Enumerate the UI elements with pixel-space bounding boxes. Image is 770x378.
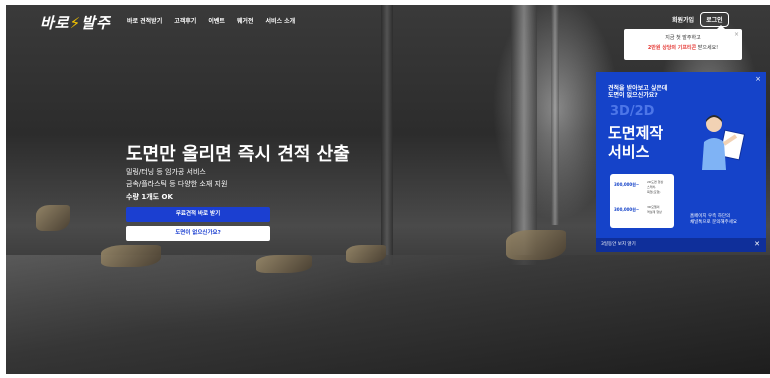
ad-question: 견적을 받아보고 싶은데 도면이 없으신가요?	[608, 85, 708, 99]
tooltip-line2-suffix: 받으세요!	[696, 45, 719, 51]
nav-item-about[interactable]: 서비스 소개	[265, 16, 295, 25]
tooltip-highlight: 2만원 상당의 기프티콘	[647, 45, 697, 51]
price-card: 300,000원~ 2D도면 형상 스케치, 목업(모형) 300,000원~ …	[610, 174, 674, 228]
close-icon[interactable]: ×	[755, 75, 761, 83]
hero-subtitle-1: 밀링/터닝 등 임가공 서비스	[126, 168, 206, 176]
machine-column	[551, 5, 559, 225]
price-2: 300,000원~	[614, 207, 640, 212]
ad-note-line2: 채널톡으로 문의해주세요	[690, 220, 737, 225]
metal-chip	[506, 230, 566, 260]
drawing-service-ad[interactable]: × 견적을 받아보고 싶은데 도면이 없으신가요? 3D/2D 도면제작 서비스…	[596, 72, 766, 252]
ad-footer: 3일동안 보지 않기 ✕	[596, 238, 766, 252]
no-drawing-button[interactable]: 도면이 없으신가요?	[126, 226, 270, 241]
metal-chip	[346, 245, 386, 263]
desc-2a: 3D모델의	[647, 205, 660, 209]
metal-chip	[101, 245, 161, 267]
metal-chip	[36, 205, 70, 231]
signup-link[interactable]: 회원가입	[672, 15, 694, 24]
logo[interactable]: 바로⚡발주	[40, 12, 111, 33]
desc-2b: 역설계 형상	[647, 210, 662, 214]
price-1: 300,000원~	[614, 182, 640, 187]
desc-1c: 목업(모형)	[647, 190, 661, 194]
tooltip-line1: 지금 첫 발주하고	[665, 35, 701, 41]
logo-text: 바로	[40, 14, 70, 32]
metal-workpiece	[6, 255, 770, 374]
hero-subtitle-2: 금속/플라스틱 등 다양한 소재 지원	[126, 180, 228, 188]
ad-heading-1: 도면제작	[608, 124, 664, 142]
nav-item-reviews[interactable]: 고객후기	[174, 16, 196, 25]
close-icon[interactable]: ×	[734, 31, 739, 38]
logo-text-suffix: 발주	[81, 14, 111, 32]
promo-tooltip: × 지금 첫 발주하고 2만원 상당의 기프티콘 받으세요!	[624, 25, 742, 60]
machine-column	[511, 5, 537, 265]
metal-chip	[256, 255, 312, 273]
tooltip-arrow	[717, 25, 725, 29]
ad-note: 홈페이지 우측 하단의 채널톡으로 문의해주세요	[690, 214, 737, 226]
tooltip-line2: 2만원 상당의 기프티콘 받으세요!	[624, 44, 742, 51]
hero-subtitle-3: 수량 1개도 OK	[126, 193, 173, 201]
free-quote-button[interactable]: 무료견적 바로 받기	[126, 207, 270, 222]
ad-heading-2: 서비스	[608, 143, 650, 161]
close-icon[interactable]: ✕	[754, 240, 760, 248]
main-nav: 바로 견적받기 고객후기 이벤트 웨거전 서비스 소개	[127, 16, 295, 25]
nav-item-quote[interactable]: 바로 견적받기	[127, 16, 162, 25]
desc-1a: 2D도면 형상	[647, 180, 664, 184]
machine-column	[381, 5, 393, 265]
hero-title: 도면만 올리면 즉시 견적 산출	[126, 144, 350, 165]
nav-item-webinar[interactable]: 웨거전	[237, 16, 254, 25]
person-illustration	[702, 115, 746, 170]
ad-ghost-text: 3D/2D	[610, 104, 655, 119]
ad-question-line1: 견적을 받아보고 싶은데	[608, 85, 668, 92]
hide-3-days-link[interactable]: 3일동안 보지 않기	[601, 241, 636, 247]
nav-item-events[interactable]: 이벤트	[208, 16, 225, 25]
bolt-icon: ⚡	[69, 14, 82, 32]
ad-question-line2: 도면이 없으신가요?	[608, 92, 658, 99]
desc-1b: 스케치,	[647, 185, 657, 189]
